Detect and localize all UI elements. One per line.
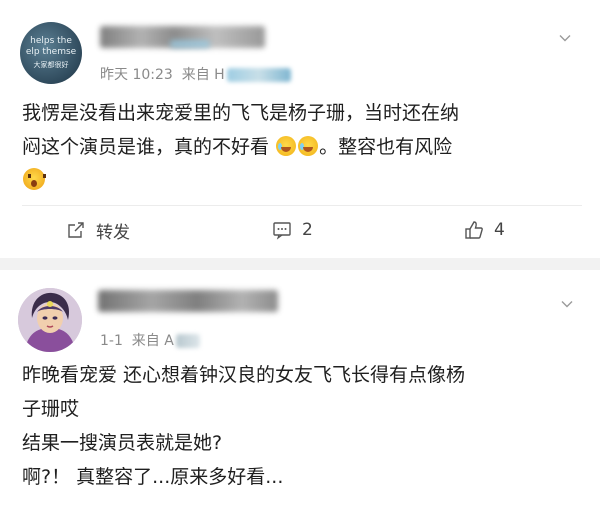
post-content: 昨晚看宠爱 还心想着钟汉良的女友飞飞长得有点像杨 子珊哎 结果一搜演员表就是她?… xyxy=(22,358,582,494)
share-icon xyxy=(66,220,86,240)
content-line: 结果一搜演员表就是她? xyxy=(22,432,223,454)
share-label: 转发 xyxy=(96,222,130,243)
user-avatar[interactable] xyxy=(18,288,82,352)
shocked-emoji xyxy=(23,168,46,190)
content-line-emoji xyxy=(22,164,582,198)
like-button[interactable]: 4 xyxy=(464,218,505,242)
post-separator xyxy=(0,258,600,270)
post-source: 来自 A xyxy=(131,333,174,349)
divider xyxy=(22,205,582,206)
share-button[interactable]: 转发 xyxy=(66,218,130,243)
source-blurred xyxy=(175,334,200,348)
username-blurred[interactable] xyxy=(98,290,278,312)
post-time: 昨天 10:23 xyxy=(100,67,173,83)
content-line: 昨晚看宠爱 还心想着钟汉良的女友飞飞长得有点像杨 xyxy=(22,364,466,386)
post-source: 来自 H xyxy=(181,67,225,83)
comment-icon xyxy=(272,220,292,240)
user-avatar[interactable]: helps the elp themse 大家都很好 xyxy=(20,22,82,84)
chevron-down-icon[interactable] xyxy=(560,296,574,310)
weibo-comment-1: helps the elp themse 大家都很好 昨天 10:23 来自 H… xyxy=(0,0,600,258)
post-meta: 昨天 10:23 来自 H xyxy=(100,64,291,84)
avatar-text-line: helps the xyxy=(30,36,72,46)
post-content: 我愣是没看出来宠爱里的飞飞是杨子珊，当时还在纳 闷这个演员是谁，真的不好看 。整… xyxy=(22,96,582,198)
chevron-down-icon[interactable] xyxy=(558,30,572,44)
laugh-cry-emoji xyxy=(298,136,319,156)
content-line: 啊?！ 真整容了...原来多好看... xyxy=(22,466,284,488)
comment-button[interactable]: 2 xyxy=(272,218,313,242)
content-line-with-emoji: 闷这个演员是谁，真的不好看 。整容也有风险 xyxy=(22,130,582,164)
post-meta: 1-1 来自 A xyxy=(100,330,200,350)
laugh-cry-emoji xyxy=(276,136,297,156)
username-badge-blurred xyxy=(170,40,210,48)
like-count: 4 xyxy=(494,220,505,240)
content-line: 。整容也有风险 xyxy=(319,136,453,158)
post-time: 1-1 xyxy=(100,333,123,349)
comment-count: 2 xyxy=(302,220,313,240)
content-line: 闷这个演员是谁，真的不好看 xyxy=(22,136,270,158)
source-blurred xyxy=(226,68,291,82)
thumbs-up-icon xyxy=(464,220,484,240)
avatar-text-line: elp themse xyxy=(25,47,77,57)
content-line: 子珊哎 xyxy=(22,398,80,420)
avatar-text-line: 大家都很好 xyxy=(33,61,69,69)
content-line: 我愣是没看出来宠爱里的飞飞是杨子珊，当时还在纳 xyxy=(22,102,460,124)
